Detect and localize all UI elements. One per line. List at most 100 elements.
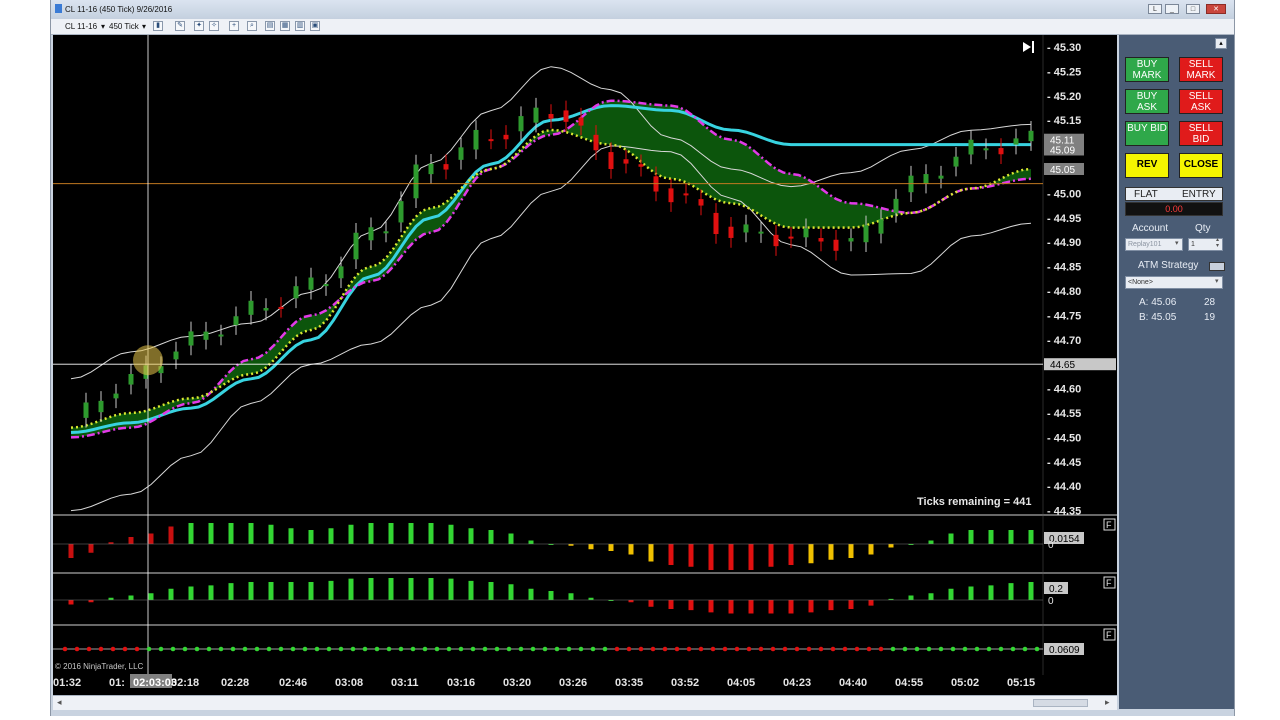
indicator-1-bar	[988, 530, 994, 544]
crosshair-icon[interactable]: +	[229, 21, 239, 31]
indicator-2-bar	[828, 600, 834, 611]
properties-icon[interactable]: ▤	[265, 21, 275, 31]
interval-selector[interactable]: 450 Tick	[109, 21, 139, 32]
scroll-left-icon[interactable]: ◂	[57, 697, 62, 708]
qty-stepper-icon[interactable]: ▴ ▾	[1216, 237, 1219, 249]
data-box-icon[interactable]: ▦	[280, 21, 290, 31]
ask-price: A: 45.06	[1139, 297, 1177, 308]
indicator-2-bar	[508, 584, 514, 600]
instrument-dropdown-icon[interactable]: ▾	[101, 21, 105, 32]
price-axis-label: - 44.95	[1047, 213, 1081, 225]
play-bar-icon[interactable]	[1032, 41, 1034, 53]
indicator-zero-label: 0	[1048, 540, 1054, 551]
indicator-1-bar	[328, 528, 334, 544]
collapse-panel-icon[interactable]: ▴	[1215, 38, 1227, 49]
candle	[773, 234, 779, 247]
atm-dropdown-icon[interactable]: ▾	[1215, 277, 1219, 285]
indicator-2-bar	[708, 600, 714, 613]
link-icon[interactable]: L	[1148, 4, 1162, 14]
indicator-value-label: 0.2	[1049, 584, 1063, 595]
indicator-3-dot	[194, 646, 200, 652]
indicator-3-dot	[398, 646, 404, 652]
indicator-2-bar	[848, 600, 854, 609]
time-axis-label: 03:08	[335, 677, 363, 689]
candle	[473, 129, 479, 150]
candle	[278, 306, 284, 309]
indicator-3-dot	[506, 646, 512, 652]
indicator-3-dot	[326, 646, 332, 652]
time-axis-label: 02:28	[221, 677, 249, 689]
indicator-1-bar	[808, 544, 814, 564]
bar-type-icon[interactable]: ▮	[153, 21, 163, 31]
price-tag-label: 44.65	[1050, 360, 1075, 371]
maximize-button[interactable]: □	[1186, 4, 1200, 14]
indicator-value-label: 0.0609	[1049, 645, 1080, 656]
indicator-1-bar	[368, 523, 374, 544]
candle	[368, 227, 374, 241]
minimize-button[interactable]: _	[1165, 4, 1179, 14]
indicator-1-bar	[308, 530, 314, 544]
candle	[668, 188, 674, 203]
candle	[743, 224, 749, 233]
price-axis-label: - 44.55	[1047, 408, 1081, 420]
atm-strategy-select[interactable]: <None>	[1125, 276, 1223, 289]
candle	[383, 231, 389, 234]
indicator-3-dot	[170, 646, 176, 652]
strategy-icon[interactable]: ✧	[209, 21, 219, 31]
indicator-2-bar	[448, 578, 454, 600]
candle	[263, 308, 269, 311]
instrument-selector[interactable]: CL 11-16	[65, 21, 97, 32]
atm-config-icon[interactable]	[1209, 262, 1225, 271]
indicator-3-dot	[146, 646, 152, 652]
zoom-icon[interactable]: ⌕	[247, 21, 257, 31]
candle	[458, 147, 464, 160]
price-chart[interactable]: - 45.30- 45.25- 45.20- 45.15- 45.10- 45.…	[53, 35, 1117, 695]
scroll-thumb[interactable]	[1033, 699, 1088, 707]
buy-ask-button[interactable]: BUY ASK	[1125, 89, 1169, 114]
interval-dropdown-icon[interactable]: ▾	[142, 21, 146, 32]
sell-ask-button[interactable]: SELL ASK	[1179, 89, 1223, 114]
panel-flag-label: F	[1106, 578, 1112, 588]
indicator-icon[interactable]: ✦	[194, 21, 204, 31]
close-button[interactable]: ✕	[1206, 4, 1226, 14]
chart-trader-icon[interactable]: ▥	[295, 21, 305, 31]
indicator-3-dot	[806, 646, 812, 652]
crosshair-time-label: 02:03:03	[133, 677, 177, 689]
indicator-2-bar	[688, 600, 694, 611]
indicator-3-dot	[830, 646, 836, 652]
play-icon[interactable]	[1023, 42, 1031, 52]
snapshot-icon[interactable]: ▣	[310, 21, 320, 31]
buy-bid-button[interactable]: BUY BID	[1125, 121, 1169, 146]
indicator-2-bar	[908, 595, 914, 600]
indicator-2-bar	[568, 593, 574, 600]
chart-scrollbar[interactable]: ◂ ▸	[53, 695, 1117, 710]
indicator-3-dot	[782, 646, 788, 652]
candle	[863, 225, 869, 243]
indicator-3-dot	[422, 646, 428, 652]
reverse-button[interactable]: REV	[1125, 153, 1169, 178]
indicator-1-bar	[468, 528, 474, 544]
indicator-2-bar	[628, 600, 634, 603]
account-dropdown-icon[interactable]: ▾	[1175, 239, 1179, 247]
draw-tool-icon[interactable]: ✎	[175, 21, 185, 31]
price-axis-label: - 45.15	[1047, 115, 1081, 127]
close-position-button[interactable]: CLOSE	[1179, 153, 1223, 178]
candle	[398, 201, 404, 223]
indicator-3-dot	[650, 646, 656, 652]
indicator-1-bar	[888, 544, 894, 548]
candle	[788, 236, 794, 239]
indicator-2-bar	[488, 582, 494, 600]
indicator-1-bar	[248, 523, 254, 544]
indicator-2-bar	[248, 582, 254, 600]
sell-bid-button[interactable]: SELL BID	[1179, 121, 1223, 146]
scroll-right-icon[interactable]: ▸	[1105, 697, 1110, 708]
sell-market-button[interactable]: SELL MARK	[1179, 57, 1223, 82]
indicator-3-dot	[458, 646, 464, 652]
indicator-1-bar	[128, 537, 134, 544]
indicator-2-bar	[1028, 582, 1034, 600]
buy-market-button[interactable]: BUY MARK	[1125, 57, 1169, 82]
candle	[293, 286, 299, 299]
chart-canvas[interactable]: - 45.30- 45.25- 45.20- 45.15- 45.10- 45.…	[53, 35, 1117, 695]
indicator-3-dot	[710, 646, 716, 652]
candle	[593, 134, 599, 151]
